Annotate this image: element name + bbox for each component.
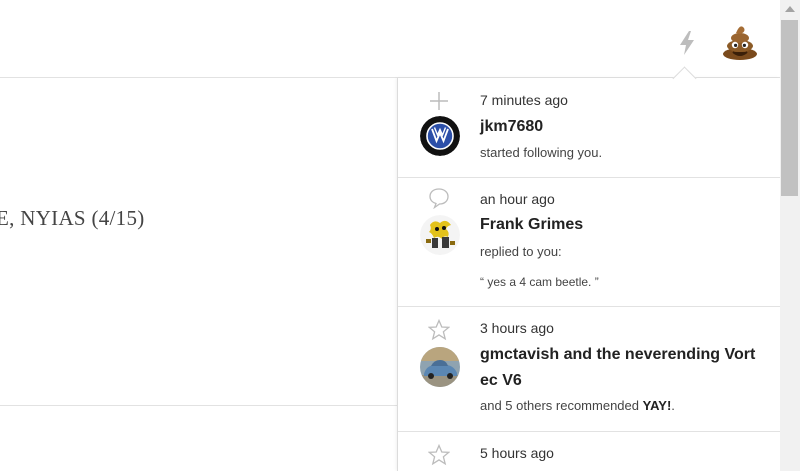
notification-item[interactable]: an hour ago Frank Grimes replied to you:… bbox=[398, 177, 780, 307]
article-divider bbox=[0, 405, 398, 406]
speech-bubble-icon bbox=[429, 188, 449, 209]
car-photo-icon bbox=[420, 347, 460, 387]
notification-item[interactable]: 3 hours ago gmctavish and the neverendin… bbox=[398, 306, 780, 432]
star-icon bbox=[428, 444, 450, 466]
volkswagen-logo-icon bbox=[420, 116, 460, 156]
notification-text: started following you. bbox=[480, 145, 603, 160]
notification-text: replied to you: bbox=[480, 244, 562, 259]
notification-user-name-line-2: ec V6 bbox=[480, 372, 522, 389]
user-avatar-poo-icon[interactable] bbox=[722, 22, 758, 60]
notification-time: 5 hours ago bbox=[480, 445, 554, 461]
plus-icon bbox=[430, 92, 448, 110]
notifications-popover: 7 minutes ago jkm7680 started following … bbox=[397, 78, 780, 471]
notification-user-name[interactable]: Frank Grimes bbox=[480, 212, 770, 238]
notification-user-name[interactable]: gmctavish and the neverending Vort ec V6 bbox=[480, 342, 770, 394]
top-bar bbox=[0, 0, 780, 78]
notification-item[interactable]: 7 minutes ago jkm7680 started following … bbox=[398, 78, 780, 178]
notification-user-name[interactable]: jkm7680 bbox=[480, 114, 770, 140]
notification-text-suffix: . bbox=[671, 398, 675, 413]
recommended-story-link[interactable]: YAY! bbox=[643, 398, 672, 413]
notification-item[interactable]: 5 hours ago bbox=[398, 431, 780, 471]
scrollbar[interactable] bbox=[780, 0, 800, 471]
article-title-fragment[interactable]: E, NYIAS (4/15) bbox=[0, 206, 145, 231]
notification-time: 7 minutes ago bbox=[480, 92, 568, 108]
scroll-up-arrow-icon[interactable] bbox=[780, 0, 800, 18]
cartoon-avatar-icon bbox=[420, 215, 460, 255]
star-icon bbox=[428, 319, 450, 341]
notification-text: and 5 others recommended YAY!. bbox=[480, 398, 675, 413]
avatar[interactable] bbox=[420, 116, 460, 156]
notification-text-prefix: and 5 others recommended bbox=[480, 398, 643, 413]
lightning-bolt-icon[interactable] bbox=[678, 31, 696, 55]
notification-time: 3 hours ago bbox=[480, 320, 554, 336]
avatar[interactable] bbox=[420, 347, 460, 387]
scrollbar-thumb[interactable] bbox=[781, 20, 798, 196]
notification-user-name-line-1: gmctavish and the neverending Vort bbox=[480, 346, 756, 363]
avatar[interactable] bbox=[420, 215, 460, 255]
notification-quote[interactable]: “ yes a 4 cam beetle. ” bbox=[480, 275, 599, 289]
notification-time: an hour ago bbox=[480, 191, 555, 207]
